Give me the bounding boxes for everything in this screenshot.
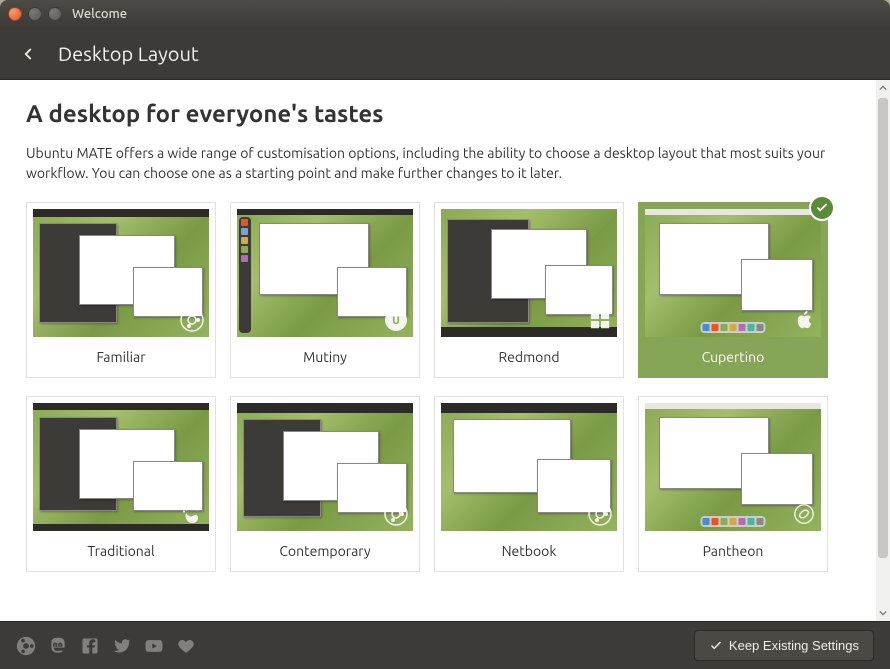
windows-icon	[587, 307, 613, 333]
youtube-icon[interactable]	[144, 636, 164, 656]
titlebar[interactable]: Welcome	[0, 0, 890, 28]
layout-card-mutiny[interactable]: U Mutiny	[230, 202, 420, 378]
window-buttons	[8, 7, 62, 21]
welcome-window: Welcome Desktop Layout A desktop for eve…	[0, 0, 890, 669]
ubuntu-mate-icon	[383, 501, 409, 527]
layout-card-pantheon[interactable]: Pantheon	[638, 396, 828, 572]
layout-label: Contemporary	[237, 531, 413, 565]
scroll-down-icon[interactable]	[877, 607, 889, 619]
heading: A desktop for everyone's tastes	[26, 100, 850, 127]
layout-card-redmond[interactable]: Redmond	[434, 202, 624, 378]
content-area: A desktop for everyone's tastes Ubuntu M…	[0, 80, 890, 621]
gnome-icon	[179, 501, 205, 527]
apple-icon	[791, 307, 817, 333]
scroll-thumb[interactable]	[878, 98, 888, 558]
window-title: Welcome	[72, 7, 127, 21]
layout-thumb	[237, 403, 413, 531]
keep-existing-button[interactable]: Keep Existing Settings	[694, 630, 874, 661]
layout-thumb	[441, 403, 617, 531]
scroll-up-icon[interactable]	[877, 82, 889, 94]
page-header: Desktop Layout	[0, 28, 890, 80]
ubuntu-mate-icon	[179, 307, 205, 333]
minimize-button[interactable]	[28, 7, 42, 21]
layout-card-familiar[interactable]: Familiar	[26, 202, 216, 378]
heart-icon[interactable]	[176, 636, 196, 656]
keep-existing-label: Keep Existing Settings	[729, 638, 859, 653]
layout-label: Pantheon	[645, 531, 821, 565]
layout-thumb: U	[237, 209, 413, 337]
unity-icon: U	[383, 307, 409, 333]
layout-thumb	[441, 209, 617, 337]
layout-thumb	[33, 403, 209, 531]
elementary-icon	[791, 501, 817, 527]
back-icon	[19, 45, 37, 63]
layout-label: Familiar	[33, 337, 209, 371]
content-scroll: A desktop for everyone's tastes Ubuntu M…	[0, 80, 876, 621]
layout-grid: Familiar U Mutiny	[26, 202, 850, 572]
layout-label: Netbook	[441, 531, 617, 565]
mastodon-icon[interactable]	[48, 636, 68, 656]
page-title: Desktop Layout	[58, 42, 199, 65]
social-links	[16, 636, 196, 656]
facebook-icon[interactable]	[80, 636, 100, 656]
layout-label: Cupertino	[645, 337, 821, 371]
layout-thumb	[645, 209, 821, 337]
layout-card-contemporary[interactable]: Contemporary	[230, 396, 420, 572]
back-button[interactable]	[16, 42, 40, 66]
footer: Keep Existing Settings	[0, 621, 890, 669]
svg-text:U: U	[392, 315, 400, 327]
ubuntu-mate-icon	[587, 501, 613, 527]
check-icon	[809, 195, 835, 221]
close-button[interactable]	[8, 7, 22, 21]
layout-card-netbook[interactable]: Netbook	[434, 396, 624, 572]
scrollbar[interactable]	[876, 80, 890, 621]
maximize-button[interactable]	[48, 7, 62, 21]
ubuntu-icon[interactable]	[16, 636, 36, 656]
layout-card-cupertino[interactable]: Cupertino	[638, 202, 828, 378]
scroll-track[interactable]	[878, 96, 888, 605]
layout-label: Traditional	[33, 531, 209, 565]
layout-thumb	[33, 209, 209, 337]
check-icon	[709, 639, 723, 653]
layout-card-traditional[interactable]: Traditional	[26, 396, 216, 572]
layout-thumb	[645, 403, 821, 531]
layout-label: Mutiny	[237, 337, 413, 371]
layout-label: Redmond	[441, 337, 617, 371]
description: Ubuntu MATE offers a wide range of custo…	[26, 143, 850, 184]
twitter-icon[interactable]	[112, 636, 132, 656]
